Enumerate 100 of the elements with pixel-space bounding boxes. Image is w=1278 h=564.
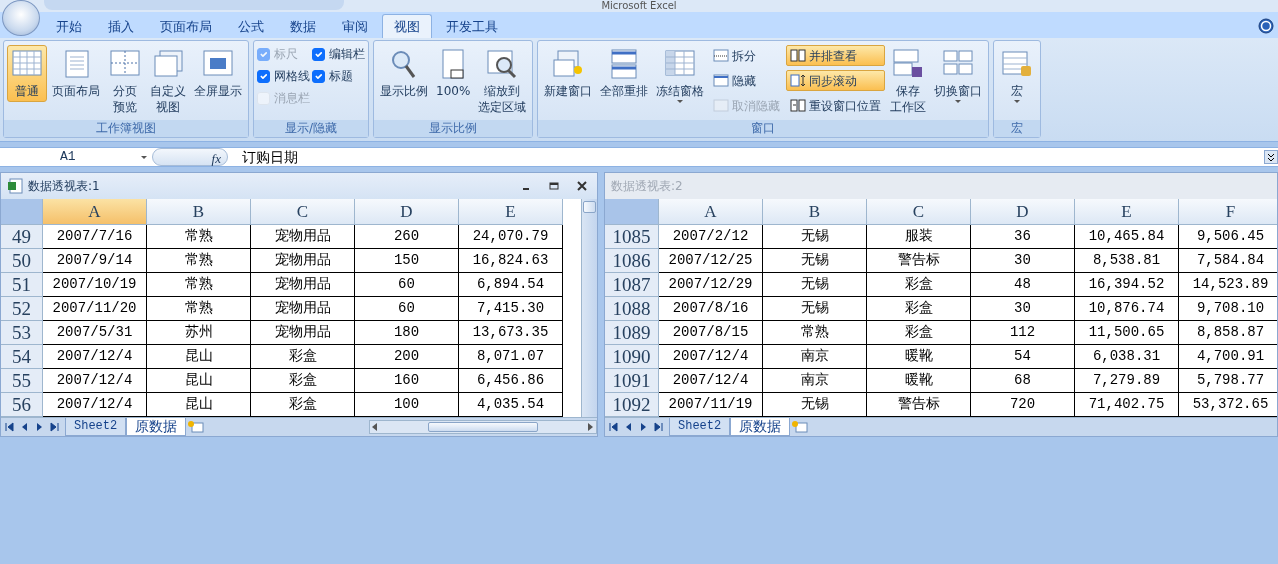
row-header[interactable]: 56 xyxy=(1,393,43,417)
table-cell: 宠物用品 xyxy=(251,225,355,249)
name-box[interactable]: A1 xyxy=(0,147,152,167)
ribbon-button[interactable]: 全屏显示 xyxy=(191,45,245,102)
sheet-tab[interactable]: Sheet2 xyxy=(65,418,127,436)
group-title: 窗口 xyxy=(538,120,989,137)
sheet-nav-arrow-icon[interactable] xyxy=(609,422,618,432)
row-header[interactable]: 52 xyxy=(1,297,43,321)
ribbon-button[interactable]: 100% xyxy=(433,45,474,102)
table-cell: 警告标 xyxy=(867,249,971,273)
table-cell: 无锡 xyxy=(763,249,867,273)
row-header[interactable]: 1087 xyxy=(605,273,659,297)
scroll-right-icon[interactable] xyxy=(588,423,594,431)
row-header[interactable]: 1091 xyxy=(605,369,659,393)
checkbox-label: 标尺 xyxy=(274,46,298,63)
column-header[interactable]: A xyxy=(43,199,147,225)
row-header[interactable]: 51 xyxy=(1,273,43,297)
ribbon-tab[interactable]: 页面布局 xyxy=(148,14,224,38)
checkbox[interactable] xyxy=(257,69,270,83)
ribbon-button[interactable]: 新建窗口 xyxy=(541,45,596,102)
table-cell: 宠物用品 xyxy=(251,297,355,321)
table-cell: 8,538.81 xyxy=(1075,249,1179,273)
column-header[interactable]: B xyxy=(763,199,867,225)
ribbon-tab[interactable]: 开发工具 xyxy=(434,14,510,38)
ribbon-tab[interactable]: 视图 xyxy=(382,14,432,38)
column-header[interactable]: D xyxy=(971,199,1075,225)
ribbon-button[interactable]: 隐藏 xyxy=(709,70,785,91)
spreadsheet-icon xyxy=(7,178,23,194)
column-header[interactable]: D xyxy=(355,199,459,225)
column-header[interactable]: C xyxy=(867,199,971,225)
table-cell: 2007/8/15 xyxy=(659,321,763,345)
help-icon[interactable] xyxy=(1258,18,1274,34)
checkbox[interactable] xyxy=(312,69,325,83)
row-header[interactable]: 1090 xyxy=(605,345,659,369)
ribbon-tab[interactable]: 审阅 xyxy=(330,14,380,38)
sheet-nav-arrow-icon[interactable] xyxy=(50,422,59,432)
sheet-tab[interactable]: 原数据 xyxy=(126,418,187,436)
horizontal-scrollbar[interactable] xyxy=(369,420,597,434)
row-header[interactable]: 50 xyxy=(1,249,43,273)
table-cell: 9,708.10 xyxy=(1179,297,1277,321)
row-header[interactable]: 1086 xyxy=(605,249,659,273)
ribbon-button[interactable]: 普通 xyxy=(7,45,47,102)
ribbon-button[interactable]: 冻结窗格 xyxy=(653,45,708,107)
ribbon-button[interactable]: 显示比例 xyxy=(377,45,431,102)
table-cell: 16,824.63 xyxy=(459,249,563,273)
column-header[interactable]: E xyxy=(1075,199,1179,225)
table-cell: 36 xyxy=(971,225,1075,249)
ribbon-tab[interactable]: 插入 xyxy=(96,14,146,38)
vertical-scrollbar[interactable] xyxy=(581,199,597,417)
expand-icon[interactable] xyxy=(1264,150,1278,164)
row-header[interactable]: 54 xyxy=(1,345,43,369)
close-icon[interactable] xyxy=(577,181,587,191)
sheet-tab[interactable]: Sheet2 xyxy=(669,418,731,436)
ribbon-button[interactable]: 自定义 视图 xyxy=(147,45,189,118)
scroll-left-icon[interactable] xyxy=(372,423,378,431)
ribbon-button[interactable]: 保存 工作区 xyxy=(887,45,930,118)
table-cell: 7,415.30 xyxy=(459,297,563,321)
table-cell: 180 xyxy=(355,321,459,345)
row-header[interactable]: 55 xyxy=(1,369,43,393)
ribbon-button[interactable]: 并排查看 xyxy=(786,45,886,66)
caret-icon xyxy=(1013,99,1022,104)
ribbon-button[interactable]: 全部重排 xyxy=(597,45,652,102)
office-button[interactable] xyxy=(2,0,40,36)
ribbon-button[interactable]: 切换窗口 xyxy=(931,45,986,107)
checkbox[interactable] xyxy=(312,47,325,61)
ribbon-button[interactable]: 宏 xyxy=(997,45,1038,107)
column-header[interactable]: E xyxy=(459,199,563,225)
ribbon-tab[interactable]: 数据 xyxy=(278,14,328,38)
ribbon-button[interactable]: 缩放到 选定区域 xyxy=(475,45,530,118)
column-header[interactable]: B xyxy=(147,199,251,225)
table-cell: 服装 xyxy=(867,225,971,249)
table-cell: 常熟 xyxy=(147,297,251,321)
table-cell: 11,500.65 xyxy=(1075,321,1179,345)
group-title: 工作簿视图 xyxy=(4,120,248,137)
column-header[interactable]: C xyxy=(251,199,355,225)
sheet-tab[interactable]: 原数据 xyxy=(730,418,791,436)
ribbon-button[interactable]: 页面布局 xyxy=(49,45,103,102)
save-workspace-icon xyxy=(892,48,925,80)
ribbon-button[interactable]: 分页 预览 xyxy=(105,45,145,118)
table-cell: 暖靴 xyxy=(867,369,971,393)
column-header[interactable]: A xyxy=(659,199,763,225)
maximize-icon[interactable] xyxy=(549,181,559,191)
row-header[interactable]: 49 xyxy=(1,225,43,249)
ribbon-tab[interactable]: 公式 xyxy=(226,14,276,38)
checkbox-label: 消息栏 xyxy=(274,90,310,107)
row-header[interactable]: 1085 xyxy=(605,225,659,249)
sheet-nav-arrow-icon[interactable] xyxy=(5,422,14,432)
formula-input[interactable]: 订购日期 xyxy=(228,146,1264,168)
row-header[interactable]: 53 xyxy=(1,321,43,345)
row-header[interactable]: 1089 xyxy=(605,321,659,345)
ribbon-button[interactable]: 拆分 xyxy=(709,45,785,66)
ribbon-tab[interactable]: 开始 xyxy=(44,14,94,38)
row-header[interactable]: 1088 xyxy=(605,297,659,321)
sheet-nav-arrow-icon[interactable] xyxy=(654,422,663,432)
ribbon-button[interactable]: 重设窗口位置 xyxy=(786,95,886,116)
ribbon-button[interactable]: 同步滚动 xyxy=(786,70,886,91)
column-header[interactable]: F xyxy=(1179,199,1277,225)
checkbox-label: 标题 xyxy=(329,68,353,85)
row-header[interactable]: 1092 xyxy=(605,393,659,417)
insert-function-button[interactable]: fx xyxy=(152,148,228,166)
